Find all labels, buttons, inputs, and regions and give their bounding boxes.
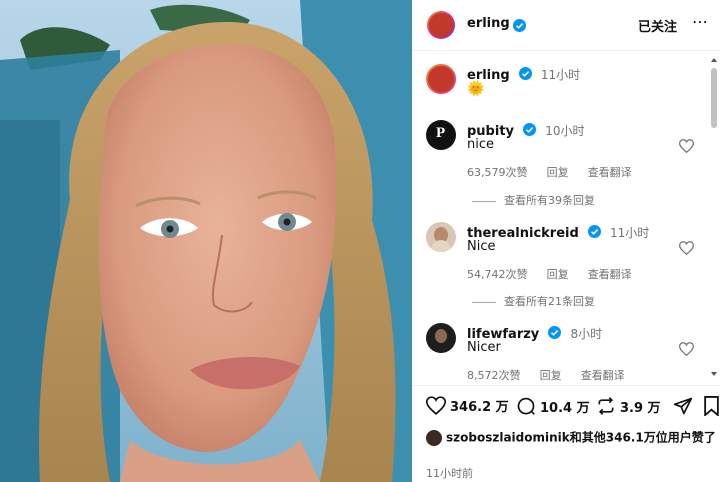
send-icon: [673, 397, 693, 415]
comment-text: Nice: [467, 239, 496, 254]
heart-icon: [426, 396, 446, 415]
avatar[interactable]: [426, 430, 442, 446]
avatar[interactable]: [426, 222, 456, 252]
verified-icon: [518, 65, 532, 84]
like-comment-icon[interactable]: [678, 138, 695, 157]
like-comment-icon[interactable]: [678, 240, 695, 259]
liked-by-line: szoboszlaidominik和其他346.1万位用户赞了: [426, 430, 716, 446]
avatar[interactable]: [426, 64, 456, 94]
translate-button[interactable]: 查看翻译: [588, 268, 632, 281]
comment-time: 10小时: [545, 124, 585, 138]
avatar[interactable]: [426, 323, 456, 353]
caption-time: 11小时: [540, 68, 581, 82]
comment-item: lifewfarzy 8小时 Nicer 8,572次赞 回复 查看翻译: [426, 321, 708, 382]
translate-button[interactable]: 查看翻译: [581, 369, 625, 382]
save-button[interactable]: [703, 396, 720, 416]
avatar[interactable]: [427, 11, 455, 39]
comment-time: 11小时: [609, 226, 650, 240]
comment-likes[interactable]: 54,742次赞: [467, 268, 528, 281]
post-time: 11小时前: [426, 467, 473, 480]
post-header: erling 已关注 ⋯: [412, 0, 720, 51]
verified-icon: [548, 324, 562, 343]
bookmark-icon: [704, 396, 719, 416]
comment-button[interactable]: 10.4 万: [516, 396, 590, 416]
repost-icon: [598, 397, 614, 415]
share-button[interactable]: [673, 396, 693, 416]
translate-button[interactable]: 查看翻译: [588, 166, 632, 179]
view-replies-button[interactable]: 查看所有21条回复: [472, 293, 595, 309]
comment-text: Nicer: [467, 340, 501, 355]
comment-item: P pubity 10小时 nice 63,579次赞 回复 查看翻译: [426, 118, 708, 179]
post-side-panel: erling 已关注 ⋯ erling 11小时 🌞 P pubity 10小时…: [412, 0, 720, 482]
reply-button[interactable]: 回复: [540, 369, 562, 382]
comment-item: therealnickreid 11小时 Nice 54,742次赞 回复 查看…: [426, 220, 708, 281]
comment-likes[interactable]: 8,572次赞: [467, 369, 521, 382]
comment-count: 10.4 万: [540, 400, 590, 416]
reply-button[interactable]: 回复: [547, 166, 569, 179]
verified-icon: [513, 17, 526, 36]
reply-button[interactable]: 回复: [547, 268, 569, 281]
header-username[interactable]: erling: [467, 16, 510, 31]
post-photo[interactable]: [0, 0, 412, 482]
repost-count: 3.9 万: [620, 400, 661, 416]
action-bar: 346.2 万 10.4 万 3.9 万: [412, 385, 720, 430]
like-count: 346.2 万: [450, 400, 509, 415]
sun-emoji: 🌞: [467, 81, 485, 97]
liked-by-username[interactable]: szoboszlaidominik: [446, 431, 570, 445]
verified-icon: [523, 121, 537, 140]
liked-by-rest[interactable]: 和其他346.1万位用户赞了: [570, 431, 716, 445]
more-options-icon[interactable]: ⋯: [692, 12, 708, 31]
comment-icon: [517, 397, 535, 415]
comments-scrollbar[interactable]: [710, 58, 718, 378]
like-button[interactable]: 346.2 万: [426, 396, 509, 415]
repost-button[interactable]: 3.9 万: [596, 396, 661, 416]
caption: erling 11小时 🌞: [426, 62, 708, 102]
following-button[interactable]: 已关注: [638, 16, 677, 35]
comment-likes[interactable]: 63,579次赞: [467, 166, 528, 179]
selfie-image: [0, 0, 412, 482]
comment-time: 8小时: [570, 327, 603, 341]
like-comment-icon[interactable]: [678, 341, 695, 360]
comment-text: nice: [467, 137, 494, 152]
avatar[interactable]: P: [426, 120, 456, 150]
verified-icon: [587, 223, 601, 242]
view-replies-button[interactable]: 查看所有39条回复: [472, 192, 595, 208]
